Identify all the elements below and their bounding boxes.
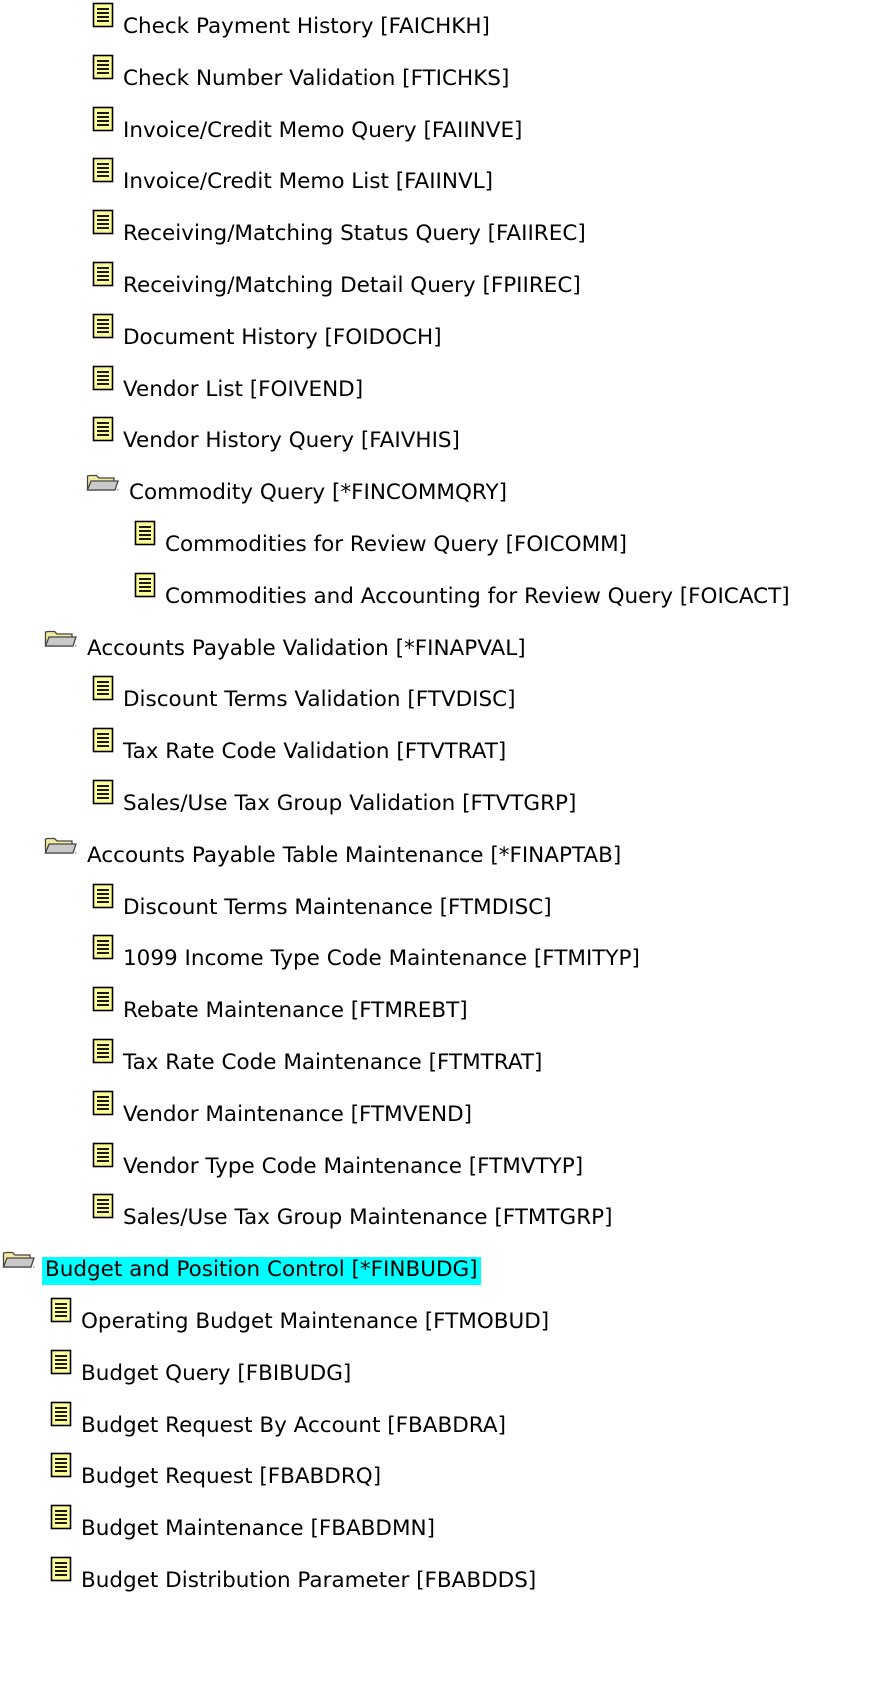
tree-item-ftmvtyp[interactable]: Vendor Type Code Maintenance [FTMVTYP] bbox=[92, 1138, 586, 1182]
tree-item-label: 1099 Income Type Code Maintenance [FTMIT… bbox=[123, 946, 640, 972]
document-icon bbox=[134, 520, 156, 546]
tree-item-fbabdds[interactable]: Budget Distribution Parameter [FBABDDS] bbox=[50, 1552, 539, 1596]
document-icon bbox=[92, 365, 114, 391]
tree-item-ftmrebt[interactable]: Rebate Maintenance [FTMREBT] bbox=[92, 982, 471, 1026]
document-icon bbox=[92, 1193, 114, 1219]
document-icon bbox=[92, 934, 114, 960]
tree-folder-finaptab[interactable]: Accounts Payable Table Maintenance [*FIN… bbox=[44, 827, 624, 871]
folder-open-icon bbox=[44, 628, 78, 650]
document-icon bbox=[92, 727, 114, 753]
tree-item-label: Document History [FOIDOCH] bbox=[123, 324, 442, 350]
tree-item-ftmvend[interactable]: Vendor Maintenance [FTMVEND] bbox=[92, 1086, 475, 1130]
tree-item-label: Invoice/Credit Memo Query [FAIINVE] bbox=[123, 117, 523, 143]
tree-folder-finapval[interactable]: Accounts Payable Validation [*FINAPVAL] bbox=[44, 620, 529, 664]
tree-item-label: Operating Budget Maintenance [FTMOBUD] bbox=[81, 1309, 550, 1334]
tree-item-label: Receiving/Matching Detail Query [FPIIREC… bbox=[123, 273, 581, 298]
document-icon bbox=[92, 209, 114, 235]
document-icon bbox=[50, 1504, 72, 1530]
tree-item-faiirec[interactable]: Receiving/Matching Status Query [FAIIREC… bbox=[92, 205, 589, 249]
tree-item-label: Vendor Type Code Maintenance [FTMVTYP] bbox=[123, 1153, 584, 1179]
document-icon bbox=[92, 675, 114, 701]
document-icon bbox=[92, 157, 114, 183]
tree-item-label: Budget Request By Account [FBABDRA] bbox=[81, 1412, 506, 1438]
tree-item-faiinvl[interactable]: Invoice/Credit Memo List [FAIINVL] bbox=[92, 153, 496, 197]
tree-folder-fincommqry[interactable]: Commodity Query [*FINCOMMQRY] bbox=[86, 464, 510, 508]
tree-item-label: Budget Distribution Parameter [FBABDDS] bbox=[81, 1568, 537, 1593]
tree-item-label: Accounts Payable Table Maintenance [*FIN… bbox=[87, 842, 622, 868]
tree-item-label: Budget Query [FBIBUDG] bbox=[81, 1360, 352, 1386]
tree-item-ftmobud[interactable]: Operating Budget Maintenance [FTMOBUD] bbox=[50, 1293, 552, 1337]
document-icon bbox=[92, 1038, 114, 1064]
document-icon bbox=[134, 572, 156, 598]
tree-item-fpiirec[interactable]: Receiving/Matching Detail Query [FPIIREC… bbox=[92, 257, 584, 301]
tree-item-ftmdisc[interactable]: Discount Terms Maintenance [FTMDISC] bbox=[92, 879, 555, 923]
tree-item-fbabdmn[interactable]: Budget Maintenance [FBABDMN] bbox=[50, 1500, 438, 1544]
tree-item-label: Rebate Maintenance [FTMREBT] bbox=[123, 998, 468, 1024]
tree-item-fbibudg[interactable]: Budget Query [FBIBUDG] bbox=[50, 1345, 354, 1389]
tree-item-label: Discount Terms Validation [FTVDISC] bbox=[123, 687, 516, 713]
tree-item-foicact[interactable]: Commodities and Accounting for Review Qu… bbox=[134, 568, 793, 612]
tree-item-foicomm[interactable]: Commodities for Review Query [FOICOMM] bbox=[134, 516, 630, 560]
tree-item-ftmtgrp[interactable]: Sales/Use Tax Group Maintenance [FTMTGRP… bbox=[92, 1189, 616, 1233]
tree-item-label: Commodities and Accounting for Review Qu… bbox=[165, 583, 790, 609]
tree-item-faivhis[interactable]: Vendor History Query [FAIVHIS] bbox=[92, 412, 463, 456]
tree-item-label: Budget Maintenance [FBABDMN] bbox=[81, 1516, 435, 1542]
tree-item-label: Check Number Validation [FTICHKS] bbox=[123, 65, 510, 91]
tree-item-faiinve[interactable]: Invoice/Credit Memo Query [FAIINVE] bbox=[92, 102, 525, 146]
document-icon bbox=[92, 54, 114, 80]
tree-item-label: Check Payment History [FAICHKH] bbox=[123, 14, 490, 39]
document-icon bbox=[50, 1349, 72, 1375]
tree-item-label: Discount Terms Maintenance [FTMDISC] bbox=[123, 894, 552, 920]
tree-item-ftichks[interactable]: Check Number Validation [FTICHKS] bbox=[92, 50, 512, 94]
tree-item-label: Budget and Position Control [*FINBUDG] bbox=[42, 1257, 481, 1286]
document-icon bbox=[50, 1452, 72, 1478]
tree-item-label: Invoice/Credit Memo List [FAIINVL] bbox=[123, 169, 494, 195]
tree-item-ftmityp[interactable]: 1099 Income Type Code Maintenance [FTMIT… bbox=[92, 930, 643, 974]
tree-item-foidoch[interactable]: Document History [FOIDOCH] bbox=[92, 309, 445, 353]
tree-item-label: Commodity Query [*FINCOMMQRY] bbox=[129, 480, 507, 506]
document-icon bbox=[92, 313, 114, 339]
tree-item-fbabdra[interactable]: Budget Request By Account [FBABDRA] bbox=[50, 1397, 509, 1441]
document-icon bbox=[92, 2, 114, 28]
document-icon bbox=[50, 1556, 72, 1582]
document-icon bbox=[50, 1401, 72, 1427]
tree-item-label: Accounts Payable Validation [*FINAPVAL] bbox=[87, 635, 526, 661]
document-icon bbox=[92, 883, 114, 909]
tree-item-ftvtgrp[interactable]: Sales/Use Tax Group Validation [FTVTGRP] bbox=[92, 775, 579, 819]
tree-folder-finbudg[interactable]: Budget and Position Control [*FINBUDG] bbox=[2, 1241, 481, 1286]
tree-item-label: Receiving/Matching Status Query [FAIIREC… bbox=[123, 221, 586, 247]
document-icon bbox=[50, 1297, 72, 1323]
menu-tree: Check Payment History [FAICHKH] Check Num… bbox=[0, 0, 887, 1698]
folder-open-icon bbox=[86, 472, 120, 494]
tree-item-label: Vendor Maintenance [FTMVEND] bbox=[123, 1101, 473, 1127]
document-icon bbox=[92, 1142, 114, 1168]
tree-item-ftvdisc[interactable]: Discount Terms Validation [FTVDISC] bbox=[92, 671, 519, 715]
tree-item-ftmtrat[interactable]: Tax Rate Code Maintenance [FTMTRAT] bbox=[92, 1034, 545, 1078]
tree-item-faichkh[interactable]: Check Payment History [FAICHKH] bbox=[92, 0, 493, 42]
document-icon bbox=[92, 779, 114, 805]
document-icon bbox=[92, 1090, 114, 1116]
folder-open-icon bbox=[44, 835, 78, 857]
tree-item-label: Sales/Use Tax Group Validation [FTVTGRP] bbox=[123, 791, 577, 816]
tree-item-label: Sales/Use Tax Group Maintenance [FTMTGRP… bbox=[123, 1205, 613, 1231]
tree-item-label: Vendor List [FOIVEND] bbox=[123, 376, 364, 402]
tree-item-foivend[interactable]: Vendor List [FOIVEND] bbox=[92, 361, 366, 405]
tree-item-label: Vendor History Query [FAIVHIS] bbox=[123, 428, 460, 454]
tree-item-label: Tax Rate Code Maintenance [FTMTRAT] bbox=[123, 1050, 543, 1075]
tree-item-fbabdrq[interactable]: Budget Request [FBABDRQ] bbox=[50, 1448, 384, 1492]
tree-item-label: Commodities for Review Query [FOICOMM] bbox=[165, 532, 628, 557]
document-icon bbox=[92, 416, 114, 442]
tree-item-label: Tax Rate Code Validation [FTVTRAT] bbox=[123, 739, 507, 765]
document-icon bbox=[92, 261, 114, 287]
document-icon bbox=[92, 106, 114, 132]
folder-open-icon bbox=[2, 1249, 36, 1271]
document-icon bbox=[92, 986, 114, 1012]
tree-item-label: Budget Request [FBABDRQ] bbox=[81, 1464, 382, 1490]
tree-item-ftvtrat[interactable]: Tax Rate Code Validation [FTVTRAT] bbox=[92, 723, 509, 767]
